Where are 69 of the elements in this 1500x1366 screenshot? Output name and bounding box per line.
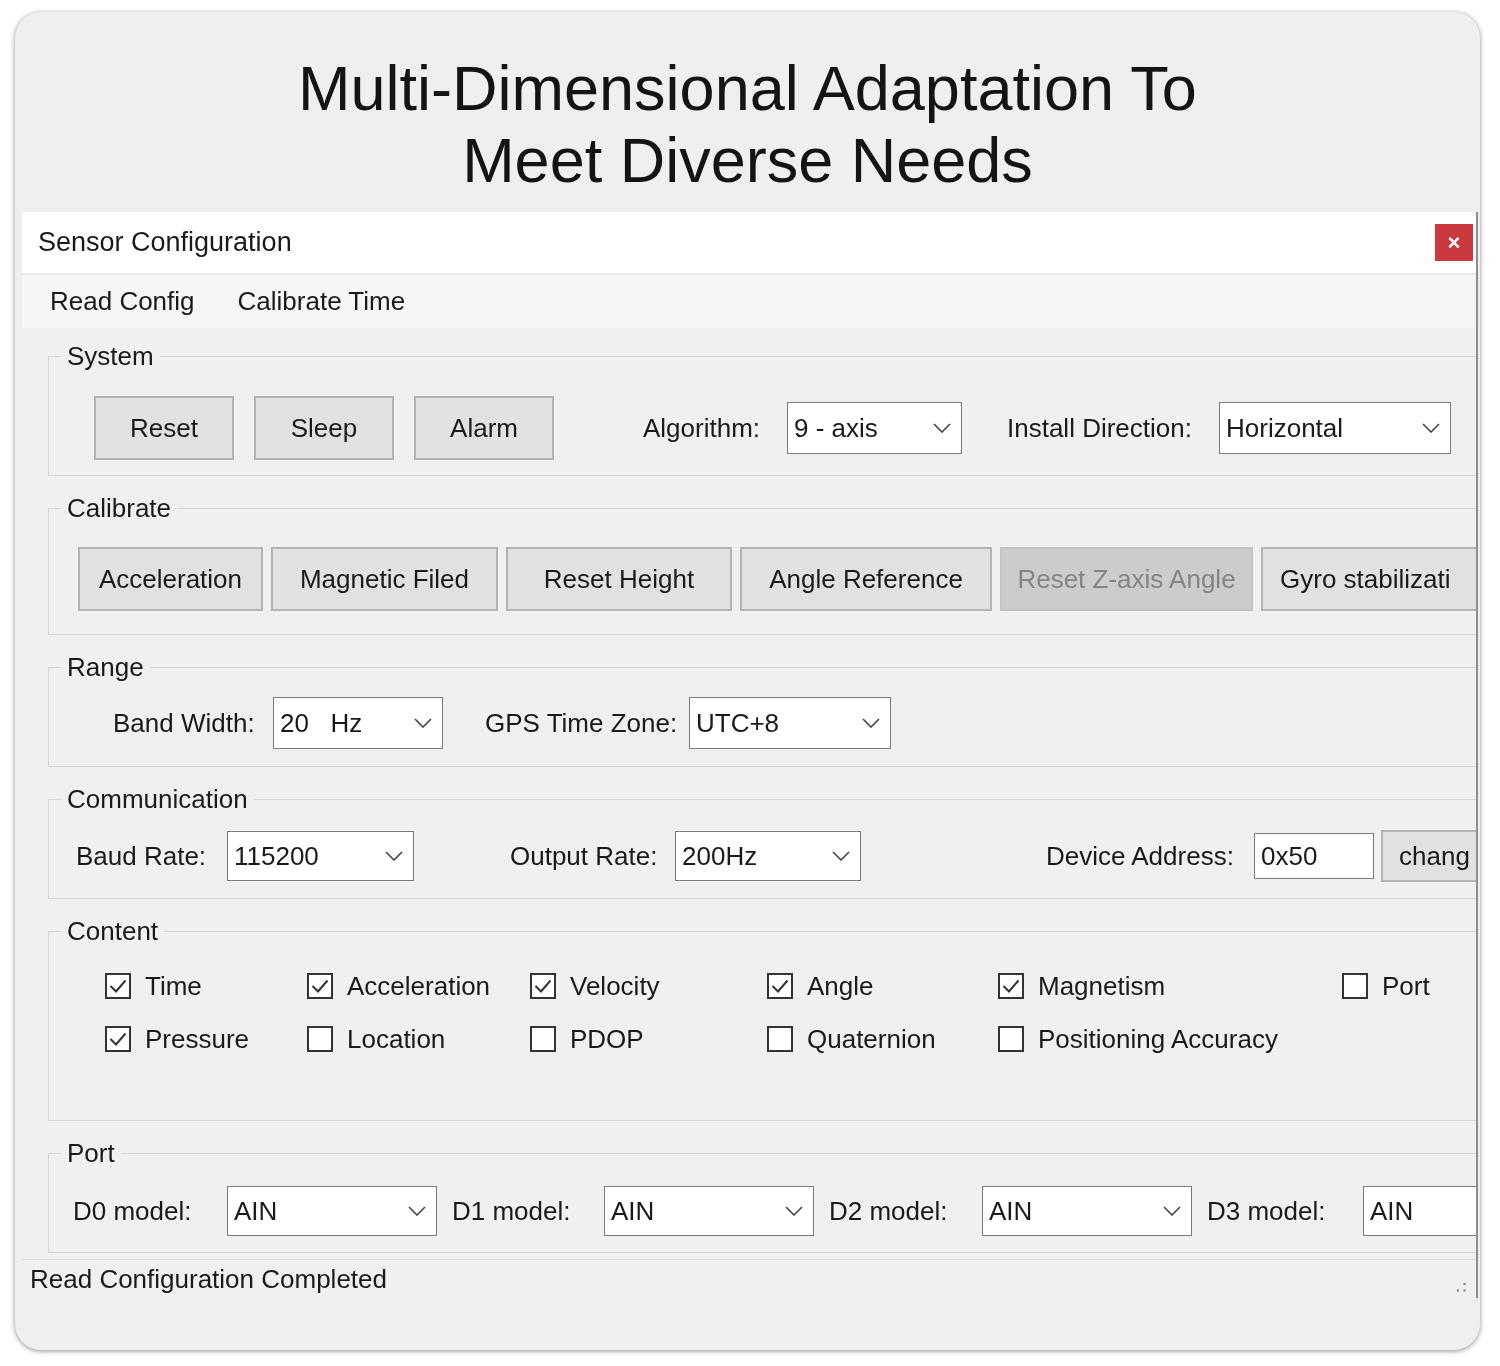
chevron-down-icon	[1163, 1206, 1181, 1216]
field-label: Band Width:	[113, 707, 255, 739]
checkbox-label: Quaternion	[807, 1026, 936, 1052]
field-label: Output Rate:	[510, 840, 658, 872]
chevron-down-icon	[408, 1206, 426, 1216]
dropdown[interactable]: AIN	[604, 1186, 814, 1236]
field-label: Baud Rate:	[76, 840, 207, 872]
field-label: Algorithm:	[643, 412, 761, 444]
calibrate-button[interactable]: Acceleration	[78, 547, 263, 611]
checkbox[interactable]	[530, 973, 556, 999]
calibrate-button[interactable]: Reset Height	[506, 547, 732, 611]
command-button[interactable]: Sleep	[254, 396, 394, 460]
dropdown[interactable]: 115200	[227, 831, 414, 881]
checkbox[interactable]	[105, 973, 131, 999]
checkbox[interactable]	[1342, 973, 1368, 999]
checkbox-label: PDOP	[570, 1026, 644, 1052]
field-label: D1 model:	[452, 1195, 571, 1227]
field-label: D2 model:	[829, 1195, 948, 1227]
dropdown[interactable]: AIN	[982, 1186, 1192, 1236]
chevron-down-icon	[933, 423, 951, 433]
menu-item[interactable]: Calibrate Time	[237, 286, 406, 317]
window-title: Sensor Configuration	[38, 227, 292, 258]
chevron-down-icon	[385, 851, 403, 861]
change-button[interactable]: chang	[1381, 830, 1476, 882]
menu-item[interactable]: Read Config	[50, 286, 195, 317]
chevron-down-icon	[862, 718, 880, 728]
checkbox[interactable]	[307, 973, 333, 999]
checkbox[interactable]	[307, 1026, 333, 1052]
calibrate-button[interactable]: Magnetic Filed	[271, 547, 498, 611]
calibrate-button[interactable]: Angle Reference	[740, 547, 992, 611]
command-button[interactable]: Alarm	[414, 396, 554, 460]
dropdown[interactable]: UTC+8	[689, 697, 891, 749]
field-label: Install Direction:	[1007, 412, 1192, 444]
checkbox[interactable]	[530, 1026, 556, 1052]
checkbox-label: Acceleration	[347, 973, 491, 999]
checkbox[interactable]	[105, 1026, 131, 1052]
command-button[interactable]: Reset	[94, 396, 234, 460]
checkbox[interactable]	[767, 973, 793, 999]
checkbox-label: Location	[347, 1026, 446, 1052]
checkbox[interactable]	[767, 1026, 793, 1052]
chevron-down-icon	[414, 718, 432, 728]
page-heading: Multi-Dimensional Adaptation To Meet Diverse Needs	[298, 52, 1197, 196]
checkbox-label: Positioning Accuracy	[1038, 1026, 1278, 1052]
checkbox-label: Velocity	[570, 973, 660, 999]
checkbox-label: Pressure	[145, 1026, 250, 1052]
input-field[interactable]: 0x50	[1254, 833, 1374, 879]
dropdown[interactable]: Horizontal	[1219, 402, 1451, 454]
checkbox-label: Angle	[807, 973, 874, 999]
checkbox[interactable]	[998, 973, 1024, 999]
field-label: Device Address:	[1046, 840, 1234, 872]
resize-grip-icon[interactable]	[1456, 1282, 1466, 1292]
dropdown[interactable]: 200Hz	[675, 831, 861, 881]
dropdown[interactable]: 9 - axis	[787, 402, 962, 454]
close-button[interactable]: ×	[1435, 224, 1473, 261]
dropdown[interactable]: AIN	[227, 1186, 437, 1236]
checkbox-label: Port	[1382, 973, 1430, 999]
checkbox[interactable]	[998, 1026, 1024, 1052]
chevron-down-icon	[1422, 423, 1440, 433]
checkbox-label: Time	[145, 973, 202, 999]
chevron-down-icon	[832, 851, 850, 861]
field-label: GPS Time Zone:	[485, 707, 678, 739]
checkbox-label: Magnetism	[1038, 973, 1166, 999]
dropdown[interactable]: AIN	[1363, 1186, 1476, 1236]
field-label: D3 model:	[1207, 1195, 1326, 1227]
calibrate-button[interactable]: Gyro stabilizati	[1261, 547, 1476, 611]
field-label: D0 model:	[73, 1195, 192, 1227]
chevron-down-icon	[785, 1206, 803, 1216]
dropdown[interactable]: 20 Hz	[273, 697, 443, 749]
status-text: Read Configuration Completed	[30, 1263, 387, 1295]
